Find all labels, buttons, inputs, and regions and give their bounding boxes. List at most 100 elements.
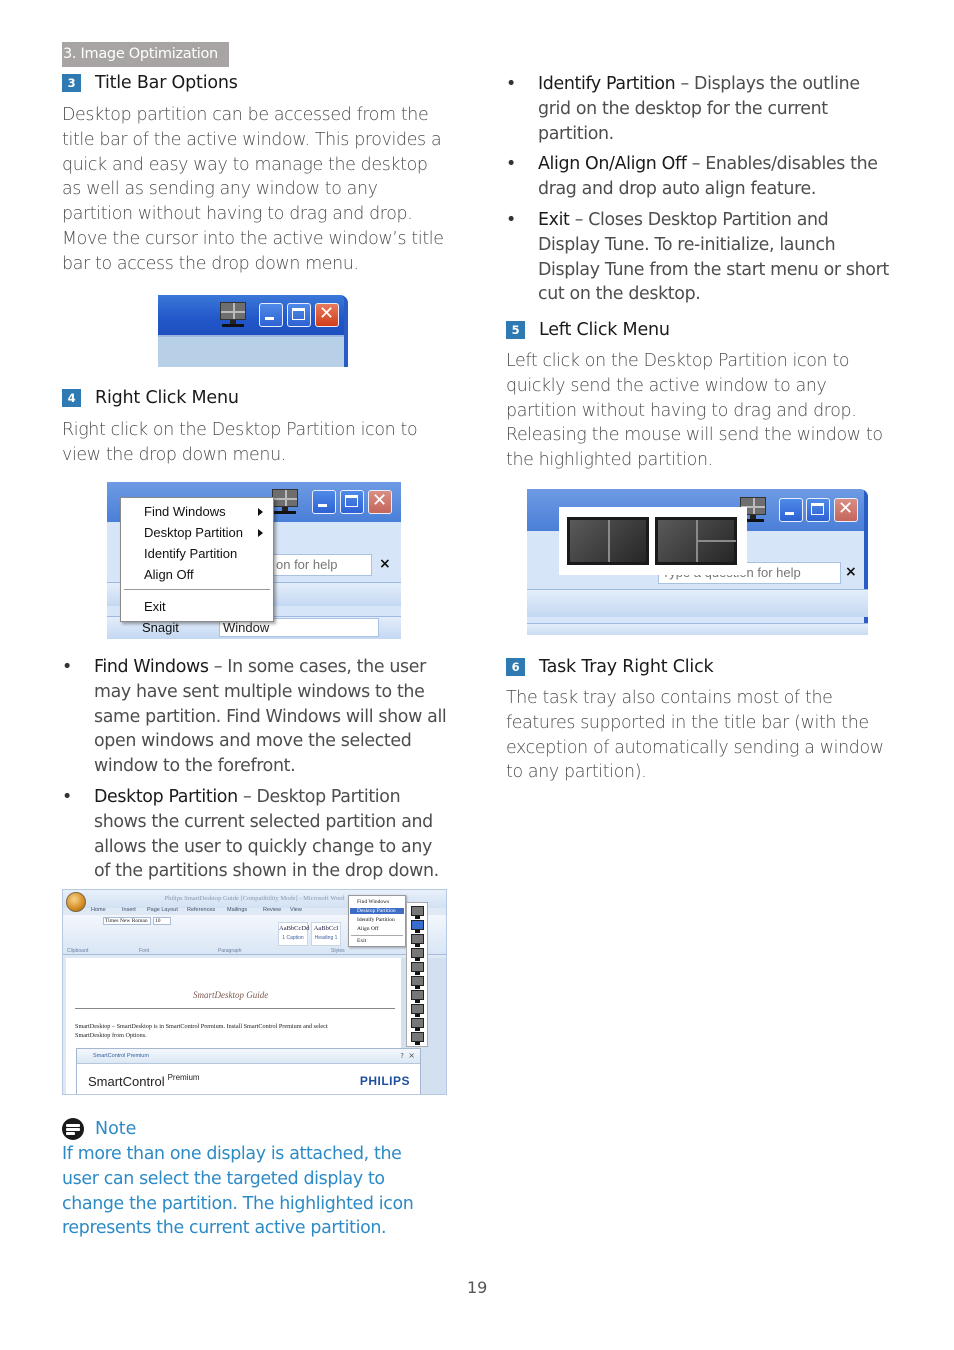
group-label: Font (139, 948, 150, 954)
document-text: SmartDesktop – SmartDesktop is in SmartC… (75, 1023, 328, 1030)
minimize-button[interactable] (259, 303, 283, 327)
context-menu: Find Windows Desktop Partition Identify … (348, 895, 406, 947)
close-help-icon[interactable]: × (845, 564, 857, 580)
submenu-arrow-icon (258, 508, 263, 516)
section-heading-task-tray: 6 Task Tray Right Click (506, 657, 714, 677)
section-title: Title Bar Options (95, 73, 238, 93)
chapter-tag: 3. Image Optimization (62, 42, 229, 67)
partition-option-three-panel[interactable] (655, 517, 737, 565)
section-number-badge: 5 (506, 321, 525, 339)
maximize-button[interactable] (287, 303, 311, 327)
close-button[interactable]: ✕ (834, 498, 858, 522)
right-click-menu-screenshot: ✕ on for help × Snagit Window Find Windo… (107, 482, 401, 639)
maximize-icon (345, 495, 358, 507)
partition-option-icon[interactable] (411, 990, 424, 1003)
maximize-icon (292, 308, 305, 320)
partition-option-two-column[interactable] (567, 517, 649, 565)
brand-name: SmartControl Premium (88, 1073, 200, 1089)
close-icon: ✕ (838, 498, 854, 519)
tab-mailings[interactable]: Mailings (227, 907, 247, 913)
menu-separator (124, 589, 270, 590)
partition-option-icon[interactable] (411, 962, 424, 975)
divider (75, 1008, 395, 1009)
minimize-button[interactable] (779, 498, 803, 522)
partition-option-icon[interactable] (411, 906, 424, 919)
section-number-badge: 6 (506, 658, 525, 676)
menu-item-find-windows[interactable]: Find Windows (144, 504, 226, 519)
office-button[interactable] (66, 892, 86, 912)
maximize-button[interactable] (806, 498, 830, 522)
section-body-left-click: Left click on the Desktop Partition icon… (506, 351, 883, 471)
list-item: • Desktop Partition – Desktop Partition s… (62, 786, 439, 882)
section-body-title-bar: Desktop partition can be accessed from t… (62, 105, 444, 274)
tab-view[interactable]: View (290, 907, 302, 913)
section-title: Left Click Menu (539, 320, 670, 340)
menu-item-desktop-partition[interactable]: Desktop Partition (350, 908, 404, 914)
style-gallery-item[interactable]: AaBbCcDd 1 Caption (278, 922, 309, 946)
help-search-box[interactable]: on for help (272, 554, 372, 576)
menu-item-identify-partition[interactable]: Identify Partition (357, 917, 395, 923)
close-icon: ✕ (372, 490, 388, 511)
context-menu: Find Windows Desktop Partition Identify … (120, 497, 274, 622)
menu-item-align-off[interactable]: Align Off (357, 926, 378, 932)
tab-review[interactable]: Review (263, 907, 281, 913)
left-click-menu-screenshot: ✕ Type a question for help × (527, 489, 868, 635)
group-label: Clipboard (67, 948, 89, 954)
list-item: • Exit – Closes Desktop Partition and Dis… (506, 209, 889, 305)
smartcontrol-panel: SmartControl Premium ? × SmartControl Pre… (76, 1048, 421, 1094)
snagit-button[interactable]: Snagit (142, 620, 179, 635)
panel-title: SmartControl Premium (77, 1049, 420, 1064)
section-body-right-click: Right click on the Desktop Partition ico… (62, 420, 418, 465)
list-item: • Align On/Align Off – Enables/disables t… (506, 154, 878, 200)
document-text: SmartDesktop from Options. (75, 1032, 147, 1039)
partition-option-icon[interactable] (411, 948, 424, 961)
page-number: 19 (467, 1278, 488, 1297)
feature-list-right: • Identify Partition – Displays the outli… (506, 72, 891, 313)
tab-page-layout[interactable]: Page Layout (147, 907, 178, 913)
note-body: If more than one display is attached, th… (62, 1144, 414, 1239)
partition-option-icon[interactable] (411, 1032, 424, 1045)
maximize-button[interactable] (340, 490, 364, 514)
partition-option-icon[interactable] (411, 976, 424, 989)
partition-option-icon[interactable] (411, 934, 424, 947)
feature-list-left: • Find Windows – In some cases, the user … (62, 655, 452, 890)
close-help-icon[interactable]: × (379, 556, 391, 572)
tab-references[interactable]: References (187, 907, 215, 913)
formatting-toolbar (527, 589, 868, 617)
partition-option-icon[interactable] (411, 1004, 424, 1017)
close-icon: ✕ (319, 303, 335, 324)
menu-item-exit[interactable]: Exit (144, 599, 166, 614)
snagit-toolbar (527, 623, 868, 635)
list-item: • Identify Partition – Displays the outli… (506, 74, 860, 144)
menu-item-identify-partition[interactable]: Identify Partition (144, 546, 237, 561)
note-heading: Note (62, 1118, 136, 1140)
tab-insert[interactable]: Insert (122, 907, 136, 913)
section-heading-left-click: 5 Left Click Menu (506, 320, 670, 340)
partition-picker (559, 507, 747, 575)
menu-separator (351, 935, 403, 936)
word-window-screenshot: Philips SmartDesktop Guide [Compatibilit… (62, 889, 447, 1095)
section-heading-title-bar: 3 Title Bar Options (62, 73, 238, 93)
group-label: Paragraph (218, 948, 242, 954)
section-title: Task Tray Right Click (539, 657, 714, 677)
menu-item-find-windows[interactable]: Find Windows (357, 899, 389, 905)
help-icon[interactable]: ? (400, 1052, 404, 1060)
minimize-button[interactable] (312, 490, 336, 514)
partition-option-icon[interactable] (411, 1018, 424, 1031)
close-button[interactable]: ✕ (368, 490, 392, 514)
section-heading-right-click: 4 Right Click Menu (62, 388, 239, 408)
tab-home[interactable]: Home (91, 907, 106, 913)
section-title: Right Click Menu (95, 388, 239, 408)
menu-item-desktop-partition[interactable]: Desktop Partition (144, 525, 243, 540)
menu-item-align-off[interactable]: Align Off (144, 567, 194, 582)
font-name-select[interactable]: Times New Roman (103, 917, 151, 925)
style-gallery-item[interactable]: AaBbCcI Heading 1 (311, 922, 341, 946)
close-icon[interactable]: × (408, 1051, 415, 1060)
partition-option-active-icon[interactable] (411, 920, 424, 933)
minimize-icon (265, 317, 274, 320)
font-size-select[interactable]: 10 (153, 917, 171, 925)
close-button[interactable]: ✕ (315, 303, 339, 327)
menu-item-exit[interactable]: Exit (357, 938, 366, 944)
section-number-badge: 3 (62, 74, 81, 92)
list-item: • Find Windows – In some cases, the user … (62, 657, 447, 777)
